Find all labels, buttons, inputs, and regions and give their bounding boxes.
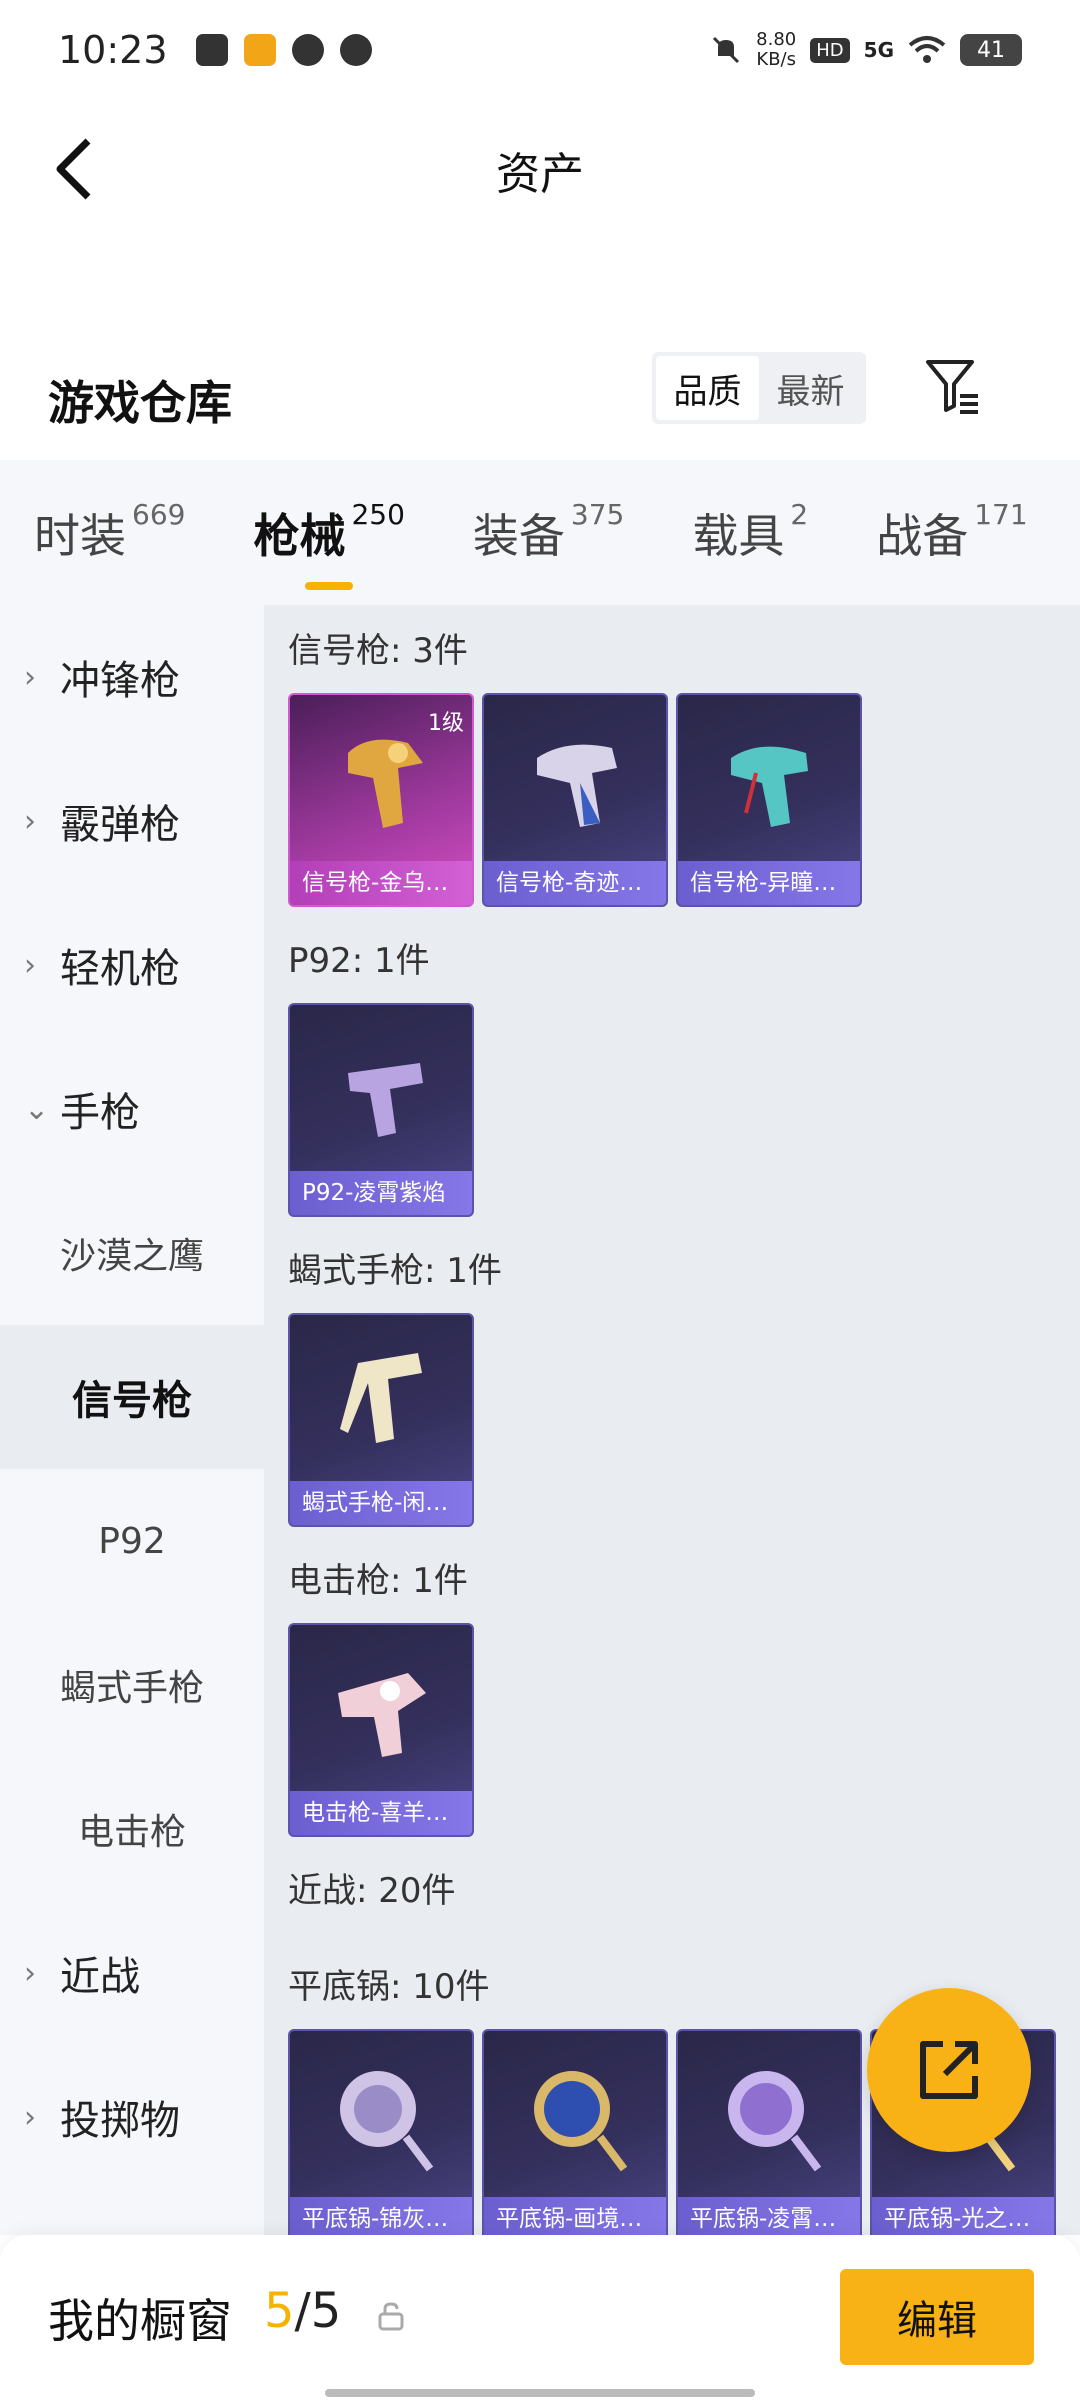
sidebar-item-throwables[interactable]: › 投掷物 — [0, 2045, 264, 2189]
net-speed: 8.80 KB/s — [756, 29, 797, 70]
tab-equipment[interactable]: 装备 375 — [473, 498, 624, 566]
filter-icon — [926, 360, 978, 414]
pan-art-icon — [728, 2071, 822, 2172]
item-card[interactable]: P92-凌霄紫焰 — [288, 1003, 474, 1217]
page-header: 资产 — [0, 100, 1080, 240]
share-icon — [920, 2041, 978, 2099]
signal-gun-art-icon — [731, 746, 808, 827]
showcase-count: 5/5 — [264, 2283, 342, 2339]
chevron-right-icon: › — [24, 659, 36, 695]
group-title-p92: P92: 1件 — [288, 941, 430, 981]
status-time: 10:23 — [58, 28, 168, 72]
battery-indicator: 41 — [960, 34, 1022, 66]
sort-latest[interactable]: 最新 — [759, 356, 862, 420]
share-fab[interactable] — [867, 1988, 1031, 2152]
sidebar-subitem-desert-eagle[interactable]: 沙漠之鹰 — [0, 1181, 264, 1325]
status-bar: 10:23 8.80 KB/s HD 5G 41 — [0, 0, 1080, 100]
edit-button[interactable]: 编辑 — [840, 2269, 1034, 2365]
app-notification-icon — [243, 34, 276, 66]
group-title-scorpion: 蝎式手枪: 1件 — [288, 1251, 502, 1291]
sidebar-subitem-p92[interactable]: P92 — [0, 1469, 264, 1613]
sidebar: › 冲锋枪 › 霰弹枪 › 轻机枪 ⌄ 手枪 沙漠之鹰 信号枪 P92 蝎式手枪… — [0, 605, 264, 2235]
showcase-label: 我的橱窗 — [48, 2294, 232, 2348]
warehouse-header: 游戏仓库 品质 最新 — [0, 340, 1080, 460]
pan-art-icon — [534, 2071, 628, 2172]
lock-icon — [378, 2302, 404, 2331]
sidebar-item-melee[interactable]: › 近战 — [0, 1901, 264, 2045]
chevron-right-icon: › — [24, 947, 36, 983]
sidebar-item-smg[interactable]: › 冲锋枪 — [0, 605, 264, 749]
hd-badge: HD — [810, 37, 850, 63]
tab-underline — [305, 582, 354, 590]
scorpion-art-icon — [340, 1353, 422, 1443]
tab-tactical[interactable]: 战备 171 — [876, 498, 1027, 566]
group-title-stun-gun: 电击枪: 1件 — [288, 1561, 468, 1601]
signal-gun-art-icon — [537, 744, 617, 827]
notification-icon — [195, 34, 228, 66]
pan-art-icon — [340, 2071, 434, 2172]
sidebar-subitem-stun-gun[interactable]: 电击枪 — [0, 1757, 264, 1901]
chevron-down-icon: ⌄ — [24, 1091, 50, 1127]
group-title-pan: 平底锅: 10件 — [288, 1967, 490, 2007]
category-tabs: 时装 669 枪械 250 装备 375 载具 2 战备 171 — [0, 460, 1080, 605]
tab-fashion[interactable]: 时装 669 — [34, 498, 185, 566]
back-button[interactable] — [44, 134, 104, 204]
chevron-right-icon: › — [24, 1955, 36, 1991]
wifi-icon — [908, 36, 946, 63]
sidebar-subitem-signal-gun[interactable]: 信号枪 — [0, 1325, 264, 1469]
tab-vehicles[interactable]: 载具 2 — [692, 498, 808, 566]
item-card[interactable]: 平底锅-画境… — [482, 2029, 668, 2235]
chevron-left-icon — [56, 138, 91, 200]
chevron-right-icon: › — [24, 2099, 36, 2135]
home-indicator — [325, 2389, 755, 2397]
signal-gun-art-icon — [348, 739, 423, 828]
group-title-melee: 近战: 20件 — [288, 1871, 456, 1911]
sidebar-item-lmg[interactable]: › 轻机枪 — [0, 893, 264, 1037]
item-card[interactable]: 信号枪-奇迹… — [482, 693, 668, 907]
item-card[interactable]: 电击枪-喜羊… — [288, 1623, 474, 1837]
message-icon — [339, 34, 372, 66]
sidebar-subitem-scorpion[interactable]: 蝎式手枪 — [0, 1613, 264, 1757]
group-title-signal-gun: 信号枪: 3件 — [288, 631, 468, 671]
item-card[interactable]: 信号枪-异瞳… — [676, 693, 862, 907]
mute-icon — [713, 36, 740, 64]
chevron-right-icon: › — [24, 803, 36, 839]
sort-quality[interactable]: 品质 — [656, 356, 759, 420]
section-title: 游戏仓库 — [48, 376, 232, 430]
tab-guns[interactable]: 枪械 250 — [253, 498, 405, 590]
sync-icon — [291, 34, 324, 66]
p92-art-icon — [348, 1063, 423, 1137]
sidebar-item-pistol[interactable]: ⌄ 手枪 — [0, 1037, 264, 1181]
showcase-bar: 我的橱窗 5/5 编辑 — [0, 2235, 1080, 2400]
page-title: 资产 — [496, 149, 584, 200]
item-card[interactable]: 平底锅-锦灰… — [288, 2029, 474, 2235]
item-card[interactable]: 1级 信号枪-金乌… — [288, 693, 474, 907]
item-card[interactable]: 平底锅-凌霄… — [676, 2029, 862, 2235]
filter-button[interactable] — [920, 354, 984, 418]
stun-gun-art-icon — [338, 1673, 426, 1757]
item-card[interactable]: 蝎式手枪-闲… — [288, 1313, 474, 1527]
signal-indicator: 5G — [863, 38, 894, 62]
sort-toggle: 品质 最新 — [652, 352, 866, 424]
sidebar-item-shotgun[interactable]: › 霰弹枪 — [0, 749, 264, 893]
